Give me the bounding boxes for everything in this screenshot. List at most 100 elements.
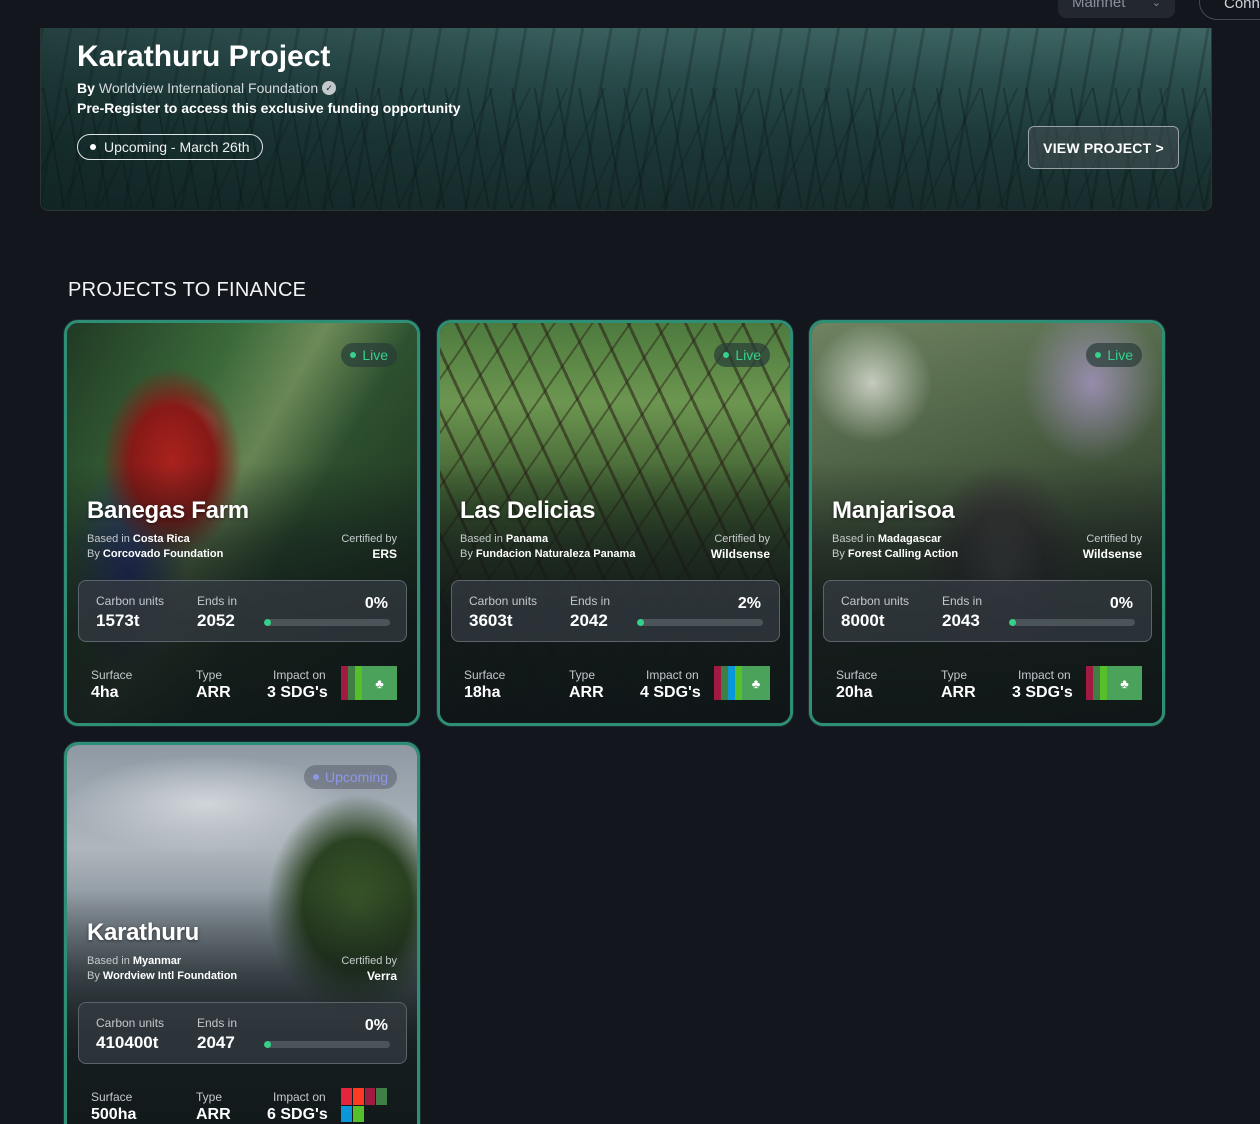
certified-by-label: Certified by: [341, 533, 397, 545]
funding-progress-bar: [264, 1041, 390, 1048]
sdg-1-icon: [341, 1088, 352, 1105]
stats-box: Carbon units 8000t Ends in 2043 0%: [823, 580, 1152, 642]
impact-label: Impact on: [273, 668, 326, 682]
certifier-name: Verra: [366, 969, 397, 983]
status-dot-icon: [1095, 352, 1102, 358]
tree-icon: ♣: [742, 666, 770, 700]
tree-icon: ♣: [1107, 666, 1142, 700]
stats-box: Carbon units 1573t Ends in 2052 0%: [78, 580, 407, 642]
network-select[interactable]: Mainnet ⌄: [1058, 0, 1175, 18]
status-badge-text: Live: [1107, 347, 1133, 363]
project-name: Karathuru: [87, 919, 199, 946]
certified-by-label: Certified by: [341, 955, 397, 967]
hero-subtitle: Pre-Register to access this exclusive fu…: [77, 100, 461, 116]
project-location: Based in Costa Rica: [87, 533, 190, 545]
project-organization: By Fundacion Naturaleza Panama: [460, 548, 635, 560]
funding-progress-fill: [264, 619, 271, 626]
funding-progress-bar: [264, 619, 390, 626]
sdg-5-icon: [352, 1088, 364, 1105]
sdg-15-icon: [735, 666, 742, 700]
carbon-units-label: Carbon units: [96, 1016, 165, 1030]
by-label: By: [460, 548, 473, 560]
sdg-8-icon: [364, 1088, 376, 1105]
project-org-name: Forest Calling Action: [847, 548, 959, 560]
sdg-13-icon: [721, 666, 728, 700]
surface-label: Surface: [836, 668, 878, 682]
impact-value: 4 SDG's: [640, 684, 701, 701]
status-badge: Live: [341, 343, 397, 367]
carbon-units-label: Carbon units: [96, 594, 165, 608]
funding-percent: 0%: [1109, 595, 1133, 612]
sdg-13-icon: [348, 666, 355, 700]
project-card-las-delicias[interactable]: Live Las Delicias Based in Panama By Fun…: [437, 320, 793, 726]
ends-in-value: 2047: [197, 1033, 235, 1052]
chevron-down-icon: ⌄: [1151, 0, 1161, 9]
project-org-name: Corcovado Foundation: [102, 548, 224, 560]
project-location: Based in Panama: [460, 533, 548, 545]
status-badge-text: Live: [362, 347, 388, 363]
certified-by-label: Certified by: [714, 533, 770, 545]
certifier-name: Wildsense: [1082, 547, 1142, 561]
based-in-label: Based in: [87, 955, 130, 967]
by-label: By: [832, 548, 845, 560]
carbon-units-value: 1573t: [96, 611, 140, 630]
status-badge-text: Upcoming: [324, 769, 388, 785]
sdg-14-icon: [341, 1105, 352, 1122]
sdg-13-icon: [376, 1088, 387, 1105]
funding-percent: 0%: [364, 595, 388, 612]
hero-org-name: Worldview International Foundation: [98, 80, 319, 96]
ends-in-label: Ends in: [570, 594, 611, 608]
stats-box: Carbon units 3603t Ends in 2042 2%: [451, 580, 780, 642]
certified-by-label: Certified by: [1086, 533, 1142, 545]
impact-label: Impact on: [1018, 668, 1071, 682]
ends-in-value: 2042: [570, 611, 608, 630]
sdg-icons: ♣: [1086, 666, 1142, 700]
network-select-value: Mainnet: [1072, 0, 1126, 11]
funding-progress-fill: [637, 619, 644, 626]
carbon-units-value: 410400t: [96, 1033, 159, 1052]
impact-value: 3 SDG's: [267, 684, 328, 701]
impact-value: 6 SDG's: [267, 1106, 328, 1123]
project-card-karathuru[interactable]: Upcoming Karathuru Based in Myanmar By W…: [64, 742, 420, 1124]
status-dot-icon: [90, 144, 96, 150]
by-label: By: [87, 548, 100, 560]
impact-label: Impact on: [646, 668, 699, 682]
sdg-8-icon: [1086, 666, 1093, 700]
project-country: Myanmar: [132, 955, 182, 967]
project-org-name: Fundacion Naturaleza Panama: [475, 548, 636, 560]
featured-project-banner: Karathuru Project By Worldview Internati…: [40, 28, 1212, 211]
hero-title: Karathuru Project: [77, 40, 331, 73]
type-label: Type: [196, 1090, 223, 1104]
surface-value: 4ha: [91, 684, 119, 701]
funding-progress-fill: [1009, 619, 1016, 626]
type-value: ARR: [196, 1106, 231, 1123]
project-location: Based in Myanmar: [87, 955, 181, 967]
project-card-manjarisoa[interactable]: Live Manjarisoa Based in Madagascar By F…: [809, 320, 1165, 726]
sdg-8-icon: [714, 666, 721, 700]
status-dot-icon: [723, 352, 730, 358]
sdg-icons: ♣: [341, 666, 397, 700]
project-country: Panama: [505, 533, 549, 545]
sdg-13-icon: [1093, 666, 1100, 700]
sdg-15-icon: [1100, 666, 1107, 700]
project-name: Banegas Farm: [87, 497, 249, 524]
funding-progress-fill: [264, 1041, 271, 1048]
project-card-banegas-farm[interactable]: Live Banegas Farm Based in Costa Rica By…: [64, 320, 420, 726]
hero-status-badge: Upcoming - March 26th: [77, 134, 263, 160]
type-label: Type: [196, 668, 223, 682]
project-organization: By Forest Calling Action: [832, 548, 958, 560]
funding-progress-bar: [637, 619, 763, 626]
project-org-name: Wordview Intl Foundation: [102, 970, 238, 982]
connect-wallet-button[interactable]: Conn: [1199, 0, 1260, 20]
view-project-button[interactable]: VIEW PROJECT >: [1028, 126, 1179, 169]
surface-label: Surface: [464, 668, 506, 682]
project-organization: By Wordview Intl Foundation: [87, 970, 237, 982]
surface-value: 20ha: [836, 684, 873, 701]
sdg-14-icon: [728, 666, 735, 700]
funding-percent: 2%: [737, 595, 761, 612]
sdg-15-icon: [352, 1105, 364, 1122]
sdg-8-icon: [341, 666, 348, 700]
project-country: Costa Rica: [132, 533, 190, 545]
ends-in-label: Ends in: [942, 594, 983, 608]
tree-icon: ♣: [362, 666, 397, 700]
